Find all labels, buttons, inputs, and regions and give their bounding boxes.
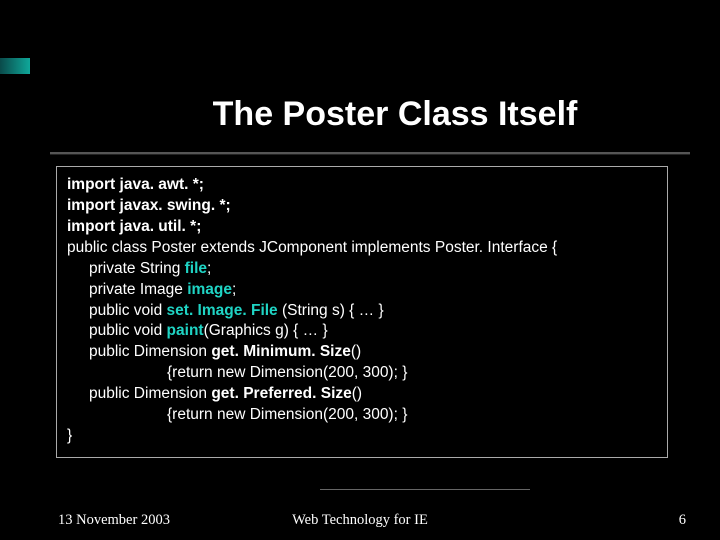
code-line: import java. awt. *; (67, 175, 657, 196)
code-text: private String (89, 260, 185, 277)
code-text: public void (89, 302, 167, 319)
code-line: public void set. Image. File (String s) … (67, 301, 657, 322)
code-line: public Dimension get. Minimum. Size() (67, 342, 657, 363)
code-line: import javax. swing. *; (67, 196, 657, 217)
code-line: public void paint(Graphics g) { … } (67, 321, 657, 342)
code-text: () (351, 343, 361, 360)
footer-title: Web Technology for IE (0, 512, 720, 529)
code-text: (String s) { … } (278, 302, 384, 319)
code-box: import java. awt. *; import javax. swing… (56, 166, 668, 458)
code-identifier: paint (167, 322, 204, 339)
code-line: private Image image; (67, 280, 657, 301)
code-line: private String file; (67, 259, 657, 280)
code-line: } (67, 426, 657, 447)
accent-bar (0, 58, 30, 74)
code-text: ; (207, 260, 211, 277)
code-line: {return new Dimension(200, 300); } (67, 363, 657, 384)
code-text: public Dimension (89, 343, 211, 360)
code-line: public Dimension get. Preferred. Size() (67, 384, 657, 405)
page-number: 6 (679, 512, 686, 529)
title-underline (50, 152, 690, 154)
code-identifier: set. Image. File (167, 302, 278, 319)
code-text: (Graphics g) { … } (204, 322, 328, 339)
code-text: private Image (89, 281, 187, 298)
code-identifier: get. Preferred. Size (211, 385, 351, 402)
code-line: {return new Dimension(200, 300); } (67, 405, 657, 426)
slide-title: The Poster Class Itself (120, 0, 700, 152)
code-text: public Dimension (89, 385, 211, 402)
code-line: public class Poster extends JComponent i… (67, 238, 657, 259)
code-identifier: get. Minimum. Size (211, 343, 351, 360)
code-text: ; (232, 281, 236, 298)
code-line: import java. util. *; (67, 217, 657, 238)
code-text: () (352, 385, 362, 402)
code-text: public void (89, 322, 167, 339)
footer-divider (320, 489, 530, 490)
code-identifier: file (185, 260, 207, 277)
code-identifier: image (187, 281, 232, 298)
slide: The Poster Class Itself import java. awt… (0, 0, 720, 540)
